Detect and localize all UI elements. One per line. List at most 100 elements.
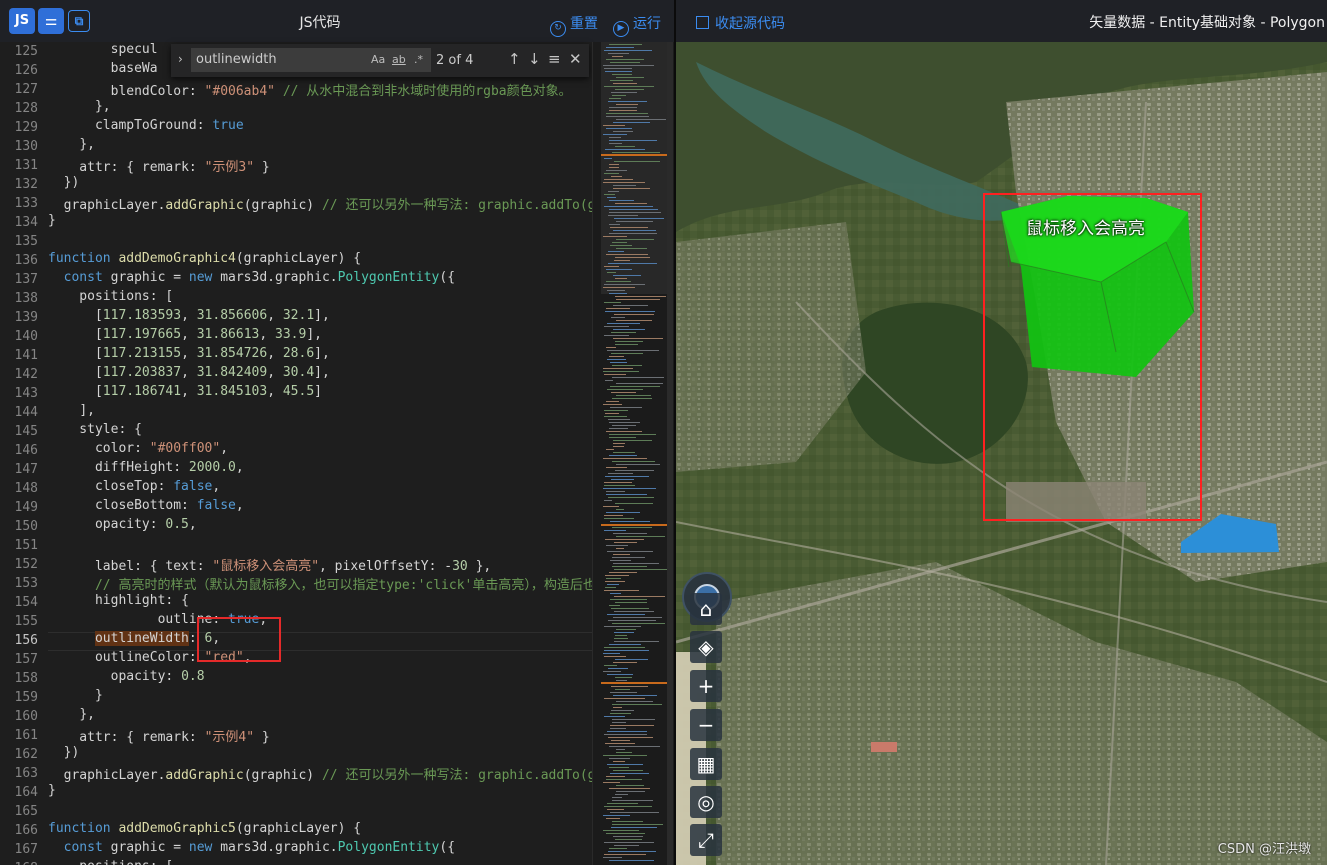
minimap-line xyxy=(610,386,660,387)
minimap-line xyxy=(604,806,652,807)
code-line[interactable]: opacity: 0.8 xyxy=(48,669,205,688)
globe-icon[interactable]: ◎ xyxy=(690,786,722,818)
minimap-line xyxy=(614,641,659,642)
minimap-line xyxy=(613,443,625,444)
minimap-line xyxy=(616,749,625,750)
code-line[interactable]: function addDemoGraphic4(graphicLayer) { xyxy=(48,251,361,270)
code-line[interactable]: [117.183593, 31.856606, 32.1], xyxy=(48,308,330,327)
code-line[interactable]: } xyxy=(48,688,103,707)
minimap-line xyxy=(616,680,627,681)
code-line[interactable]: baseWa xyxy=(48,61,158,80)
fullscreen-icon[interactable]: ⤢ xyxy=(690,824,722,856)
close-find-icon[interactable]: ✕ xyxy=(569,50,582,68)
minimap-line xyxy=(603,182,645,183)
minimap-line xyxy=(608,191,619,192)
minimap-line xyxy=(613,533,647,534)
code-line[interactable]: positions: [ xyxy=(48,289,173,308)
code-line[interactable]: }, xyxy=(48,707,95,726)
match-case-icon[interactable]: Aa xyxy=(371,53,385,66)
code-line[interactable]: clampToGround: true xyxy=(48,118,244,137)
minimap-line xyxy=(611,392,636,393)
minimap-line xyxy=(609,572,637,573)
reset-button[interactable]: ↻ 重置 xyxy=(550,13,598,37)
minimap-line xyxy=(603,404,622,405)
code-line[interactable]: style: { xyxy=(48,422,142,441)
code-line[interactable]: positions: [ xyxy=(48,859,173,865)
minimap-line xyxy=(603,458,647,459)
minimap-line xyxy=(615,602,647,603)
code-line[interactable]: // 高亮时的样式（默认为鼠标移入，也可以指定type:'click'单击高亮）… xyxy=(48,574,592,593)
home-icon[interactable]: ⌂ xyxy=(690,593,722,625)
code-line[interactable]: } xyxy=(48,783,56,802)
previous-match-icon[interactable]: ↑ xyxy=(508,50,521,68)
satellite-map[interactable] xyxy=(676,42,1327,865)
zoom-in-icon[interactable]: + xyxy=(690,670,722,702)
code-line[interactable]: graphicLayer.addGraphic(graphic) // 还可以另… xyxy=(48,194,592,213)
minimap-line xyxy=(603,815,630,816)
code-line[interactable]: label: { text: "鼠标移入会高亮", pixelOffsetY: … xyxy=(48,555,491,574)
code-line[interactable]: [117.186741, 31.845103, 45.5] xyxy=(48,384,322,403)
line-number: 160 xyxy=(14,709,38,724)
find-in-selection-icon[interactable]: ≡ xyxy=(548,50,561,68)
line-number: 149 xyxy=(14,500,38,515)
minimap-line xyxy=(615,89,644,90)
code-line[interactable]: opacity: 0.5, xyxy=(48,517,197,536)
layers-icon[interactable]: ◈ xyxy=(690,631,722,663)
line-number: 144 xyxy=(14,405,38,420)
code-line[interactable]: highlight: { xyxy=(48,593,189,612)
whole-word-icon[interactable]: ab xyxy=(392,53,406,66)
code-line[interactable]: closeBottom: false, xyxy=(48,498,244,517)
minimap-line xyxy=(610,80,633,81)
code-editor[interactable]: 125 126 127 128 129 130 131 132 133 134 135 136 137 1… xyxy=(0,42,592,865)
line-number: 166 xyxy=(14,823,38,838)
next-match-icon[interactable]: ↓ xyxy=(528,50,541,68)
red-roof-building xyxy=(871,742,897,752)
minimap-line xyxy=(616,701,653,702)
minimap-line xyxy=(610,560,631,561)
minimap-line xyxy=(609,767,629,768)
code-line[interactable]: [117.203837, 31.842409, 30.4], xyxy=(48,365,330,384)
minimap-line xyxy=(609,428,628,429)
code-line[interactable]: const graphic = new mars3d.graphic.Polyg… xyxy=(48,840,455,859)
code-line[interactable]: color: "#00ff00", xyxy=(48,441,228,460)
line-number: 155 xyxy=(14,614,38,629)
map-canvas[interactable]: 鼠标移入会高亮 ⌂ ◈ + − ▦ ◎ ⤢ CSDN @汪洪墩 xyxy=(676,42,1327,865)
code-line[interactable]: outlineWidth: 6, xyxy=(48,631,220,650)
code-area[interactable]: specul baseWa blendColor: "#006ab4" // 从… xyxy=(48,42,592,865)
run-button[interactable]: ▶ 运行 xyxy=(613,13,661,37)
minimap-line xyxy=(608,101,647,102)
code-line[interactable]: [117.197665, 31.86613, 33.9], xyxy=(48,327,322,346)
minimap-line xyxy=(607,764,643,765)
zoom-out-icon[interactable]: − xyxy=(690,709,722,741)
minimap-line xyxy=(610,812,659,813)
code-line[interactable]: attr: { remark: "示例4" } xyxy=(48,726,269,745)
minimap-line xyxy=(604,530,626,531)
code-line[interactable]: function addDemoGraphic5(graphicLayer) { xyxy=(48,821,361,840)
minimap-line xyxy=(613,554,630,555)
editor-scrollbar[interactable] xyxy=(667,42,673,865)
code-line[interactable]: ], xyxy=(48,403,95,422)
code-line[interactable]: closeTop: false, xyxy=(48,479,220,498)
collapse-code-button[interactable]: 收起源代码 xyxy=(696,13,785,33)
code-line[interactable]: diffHeight: 2000.0, xyxy=(48,460,244,479)
minimap-line xyxy=(604,665,617,666)
code-line[interactable]: [117.213155, 31.854726, 28.6], xyxy=(48,346,330,365)
code-line[interactable]: }) xyxy=(48,745,80,764)
line-number: 151 xyxy=(14,538,38,553)
code-line[interactable]: specul xyxy=(48,42,158,61)
toggle-replace-chevron-icon[interactable]: › xyxy=(178,52,183,66)
minimap-line xyxy=(615,794,628,795)
code-line[interactable]: }) xyxy=(48,175,80,194)
minimap-line xyxy=(613,188,650,189)
minimap-line xyxy=(612,365,642,366)
regex-icon[interactable]: .* xyxy=(414,53,423,66)
code-line[interactable]: }, xyxy=(48,99,111,118)
minimap[interactable] xyxy=(592,42,674,865)
code-line[interactable]: blendColor: "#006ab4" // 从水中混合到非水域时使用的rg… xyxy=(48,80,572,99)
code-line[interactable]: }, xyxy=(48,137,95,156)
code-line[interactable]: attr: { remark: "示例3" } xyxy=(48,156,269,175)
code-line[interactable]: const graphic = new mars3d.graphic.Polyg… xyxy=(48,270,455,289)
basemap-icon[interactable]: ▦ xyxy=(690,748,722,780)
code-line[interactable]: graphicLayer.addGraphic(graphic) // 还可以另… xyxy=(48,764,592,783)
code-line[interactable]: } xyxy=(48,213,56,232)
